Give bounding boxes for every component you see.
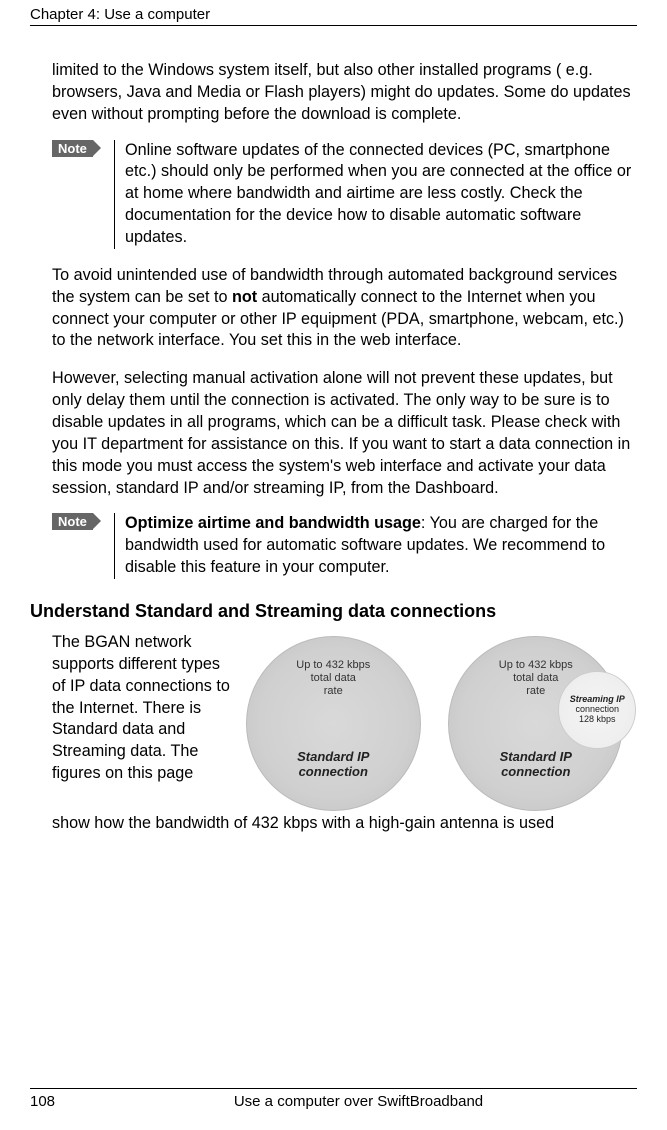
fig1-bottom-l2: connection: [247, 764, 420, 780]
fig-after-text: show how the bandwidth of 432 kbps with …: [52, 813, 637, 835]
note-tag-wrap: Note: [52, 140, 108, 249]
page: Chapter 4: Use a computer limited to the…: [0, 0, 667, 1130]
fig-side-text: The BGAN network supports different type…: [52, 632, 232, 811]
paragraph-3: However, selecting manual activation alo…: [52, 368, 637, 499]
note-tag: Note: [52, 140, 93, 157]
chapter-line: Chapter 4: Use a computer: [30, 6, 210, 23]
para2-bold: not: [232, 288, 257, 306]
fig1-bottom-l1: Standard IP: [247, 749, 420, 765]
fig1-top-l3: rate: [247, 685, 420, 698]
figures-section: The BGAN network supports different type…: [30, 632, 637, 835]
page-footer: 108 Use a computer over SwiftBroadband: [30, 1088, 637, 1110]
note-block-2: Note Optimize airtime and bandwidth usag…: [52, 513, 637, 579]
figure-streaming-ip-small: Streaming IP connection 128 kbps: [558, 671, 636, 749]
fig2-bottom: Standard IP connection: [449, 749, 622, 780]
fig1-top-l2: total data: [247, 672, 420, 685]
paragraph-2: To avoid unintended use of bandwidth thr…: [52, 265, 637, 352]
footer-text: Use a computer over SwiftBroadband: [80, 1093, 637, 1110]
header-rule: [30, 25, 637, 26]
figure-standard-ip: Up to 432 kbps total data rate Standard …: [246, 636, 421, 811]
note-block-1: Note Online software updates of the conn…: [52, 140, 637, 249]
page-number: 108: [30, 1093, 80, 1110]
fig1-top-l1: Up to 432 kbps: [247, 659, 420, 672]
paragraph-1: limited to the Windows system itself, bu…: [52, 60, 637, 126]
figures-row: The BGAN network supports different type…: [52, 632, 637, 811]
fig-area: Up to 432 kbps total data rate Standard …: [232, 632, 637, 811]
small-circle-l3: 128 kbps: [579, 715, 616, 725]
note-body-1: Online software updates of the connected…: [114, 140, 637, 249]
section-heading: Understand Standard and Streaming data c…: [30, 601, 637, 622]
note-body-2: Optimize airtime and bandwidth usage: Yo…: [114, 513, 637, 579]
note-tag-2: Note: [52, 513, 93, 530]
note-tag-wrap-2: Note: [52, 513, 108, 579]
page-header: Chapter 4: Use a computer: [30, 0, 637, 32]
fig1-top: Up to 432 kbps total data rate: [247, 659, 420, 699]
note2-bold: Optimize airtime and bandwidth usage: [125, 514, 421, 532]
fig2-bottom-l1: Standard IP: [449, 749, 622, 765]
fig1-bottom: Standard IP connection: [247, 749, 420, 780]
fig2-bottom-l2: connection: [449, 764, 622, 780]
figure-standard-plus-streaming: Up to 432 kbps total data rate Standard …: [448, 636, 623, 811]
content-area: limited to the Windows system itself, bu…: [30, 60, 637, 579]
